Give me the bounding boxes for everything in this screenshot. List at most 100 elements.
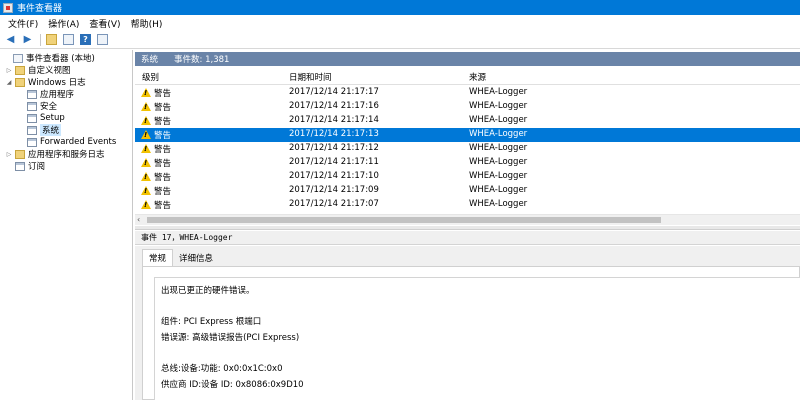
window-title: 事件查看器 xyxy=(17,4,63,14)
tree-item-security[interactable]: 安全 xyxy=(17,100,57,112)
row-date: 2017/12/14 21:17:07 xyxy=(289,199,379,209)
warning-icon xyxy=(141,130,151,139)
row-date: 2017/12/14 21:17:11 xyxy=(289,157,379,167)
tree-item-windows-logs[interactable]: ◢ Windows 日志 xyxy=(5,76,86,88)
tab-general[interactable]: 常规 xyxy=(142,249,174,266)
folder-icon xyxy=(15,65,25,75)
row-level: 警告 xyxy=(154,103,172,113)
scrollbar-thumb[interactable] xyxy=(147,217,661,223)
chevron-right-icon[interactable]: ▷ xyxy=(5,151,13,158)
table-row[interactable]: 警告 2017/12/14 21:17:10 WHEA-Logger xyxy=(135,170,800,184)
event-description: 出现已更正的硬件错误。 组件: PCI Express 根端口 错误源: 高级错… xyxy=(154,277,800,400)
event-rows: 警告 2017/12/14 21:17:17 WHEA-Logger 警告 20… xyxy=(135,86,800,214)
detail-tabs: 常规 详细信息 xyxy=(142,249,219,266)
warning-icon xyxy=(141,116,151,125)
back-icon[interactable]: ◀ xyxy=(3,32,18,47)
warning-icon xyxy=(141,172,151,181)
tree-item-label: 自定义视图 xyxy=(28,66,71,76)
show-hide-action-pane-icon[interactable] xyxy=(95,32,110,47)
row-source: WHEA-Logger xyxy=(469,87,528,97)
tree-item-app-services-logs[interactable]: ▷ 应用程序和服务日志 xyxy=(5,148,105,160)
row-date: 2017/12/14 21:17:10 xyxy=(289,171,379,181)
chevron-right-icon[interactable]: ▷ xyxy=(5,67,13,74)
tree-item-application[interactable]: 应用程序 xyxy=(17,88,74,100)
table-row[interactable]: 警告 2017/12/14 21:17:09 WHEA-Logger xyxy=(135,184,800,198)
row-level: 警告 xyxy=(154,117,172,127)
log-icon xyxy=(27,137,37,147)
event-list-pane: 系统 事件数: 1,381 级别 日期和时间 来源 警告 2017/12/14 … xyxy=(135,50,800,400)
table-row[interactable]: 警告 2017/12/14 21:17:17 WHEA-Logger xyxy=(135,86,800,100)
toolbar: ◀ ▶ ? xyxy=(0,31,800,49)
subscription-icon xyxy=(15,161,25,171)
table-row[interactable]: 警告 2017/12/14 21:17:07 WHEA-Logger xyxy=(135,198,800,212)
column-header-date[interactable]: 日期和时间 xyxy=(289,71,332,83)
row-date: 2017/12/14 21:17:09 xyxy=(289,185,379,195)
row-level: 警告 xyxy=(154,131,172,141)
warning-icon xyxy=(141,144,151,153)
description-line: 出现已更正的硬件错误。 xyxy=(161,286,255,296)
tree-item-label: 应用程序和服务日志 xyxy=(28,150,105,160)
pane-splitter[interactable] xyxy=(135,226,800,230)
pane-header: 系统 事件数: 1,381 xyxy=(135,52,800,66)
row-date: 2017/12/14 21:17:12 xyxy=(289,143,379,153)
table-row[interactable]: 警告 2017/12/14 21:17:11 WHEA-Logger xyxy=(135,156,800,170)
warning-icon xyxy=(141,200,151,209)
log-name: 系统 xyxy=(141,55,159,65)
table-row-selected[interactable]: 警告 2017/12/14 21:17:13 WHEA-Logger xyxy=(135,128,800,142)
row-date: 2017/12/14 21:17:13 xyxy=(289,129,379,139)
tree-item-custom-views[interactable]: ▷ 自定义视图 xyxy=(5,64,71,76)
column-header-level[interactable]: 级别 xyxy=(142,71,159,83)
event-viewer-icon xyxy=(3,2,13,13)
description-line: 总线:设备:功能: 0x0:0x1C:0x0 xyxy=(161,364,283,374)
log-icon xyxy=(27,113,37,123)
tree-item-label: 应用程序 xyxy=(40,90,75,100)
menu-file[interactable]: 文件(F) xyxy=(3,17,43,30)
row-date: 2017/12/14 21:17:17 xyxy=(289,87,379,97)
help-icon[interactable]: ? xyxy=(78,32,93,47)
row-level: 警告 xyxy=(154,187,172,197)
tree-item-label: Setup xyxy=(40,113,65,123)
horizontal-scrollbar[interactable]: ‹ xyxy=(135,214,800,225)
tree-item-label: Windows 日志 xyxy=(28,78,86,88)
row-date: 2017/12/14 21:17:14 xyxy=(289,115,379,125)
tab-details[interactable]: 详细信息 xyxy=(173,249,219,266)
scroll-left-icon[interactable]: ‹ xyxy=(137,215,140,224)
menu-help[interactable]: 帮助(H) xyxy=(126,17,168,30)
tree-item-forwarded-events[interactable]: Forwarded Events xyxy=(17,136,116,148)
row-source: WHEA-Logger xyxy=(469,115,528,125)
row-level: 警告 xyxy=(154,159,172,169)
tree-item-setup[interactable]: Setup xyxy=(17,112,65,124)
warning-icon xyxy=(141,186,151,195)
event-count: 事件数: 1,381 xyxy=(174,55,230,65)
log-icon xyxy=(27,89,37,99)
table-row[interactable]: 警告 2017/12/14 21:17:16 WHEA-Logger xyxy=(135,100,800,114)
tree-item-event-viewer-local[interactable]: 事件查看器 (本地) xyxy=(3,52,95,64)
table-row[interactable]: 警告 2017/12/14 21:17:12 WHEA-Logger xyxy=(135,142,800,156)
show-hide-tree-icon[interactable] xyxy=(61,32,76,47)
tree-item-subscriptions[interactable]: 订阅 xyxy=(5,160,45,172)
row-date: 2017/12/14 21:17:16 xyxy=(289,101,379,111)
log-icon xyxy=(27,101,37,111)
row-level: 警告 xyxy=(154,89,172,99)
tree-item-label: Forwarded Events xyxy=(40,137,117,147)
menu-view[interactable]: 查看(V) xyxy=(84,17,125,30)
description-line: 供应商 ID:设备 ID: 0x8086:0x9D10 xyxy=(161,380,304,390)
description-line: 组件: PCI Express 根端口 xyxy=(161,317,262,327)
column-header-source[interactable]: 来源 xyxy=(469,71,486,83)
event-viewer-icon xyxy=(13,53,23,63)
row-level: 警告 xyxy=(154,145,172,155)
tree-item-label: 系统 xyxy=(40,124,62,136)
table-row[interactable]: 警告 2017/12/14 21:17:14 WHEA-Logger xyxy=(135,114,800,128)
tree-item-system[interactable]: 系统 xyxy=(17,124,62,136)
forward-icon[interactable]: ▶ xyxy=(20,32,35,47)
menu-action[interactable]: 操作(A) xyxy=(43,17,84,30)
column-headers: 级别 日期和时间 来源 xyxy=(135,69,800,85)
warning-icon xyxy=(141,88,151,97)
row-source: WHEA-Logger xyxy=(469,143,528,153)
event-detail-header: 事件 17，WHEA-Logger xyxy=(135,231,800,245)
warning-icon xyxy=(141,102,151,111)
chevron-down-icon[interactable]: ◢ xyxy=(5,79,13,86)
up-folder-icon[interactable] xyxy=(44,32,59,47)
row-level: 警告 xyxy=(154,201,172,211)
window-titlebar: 事件查看器 xyxy=(0,0,800,15)
